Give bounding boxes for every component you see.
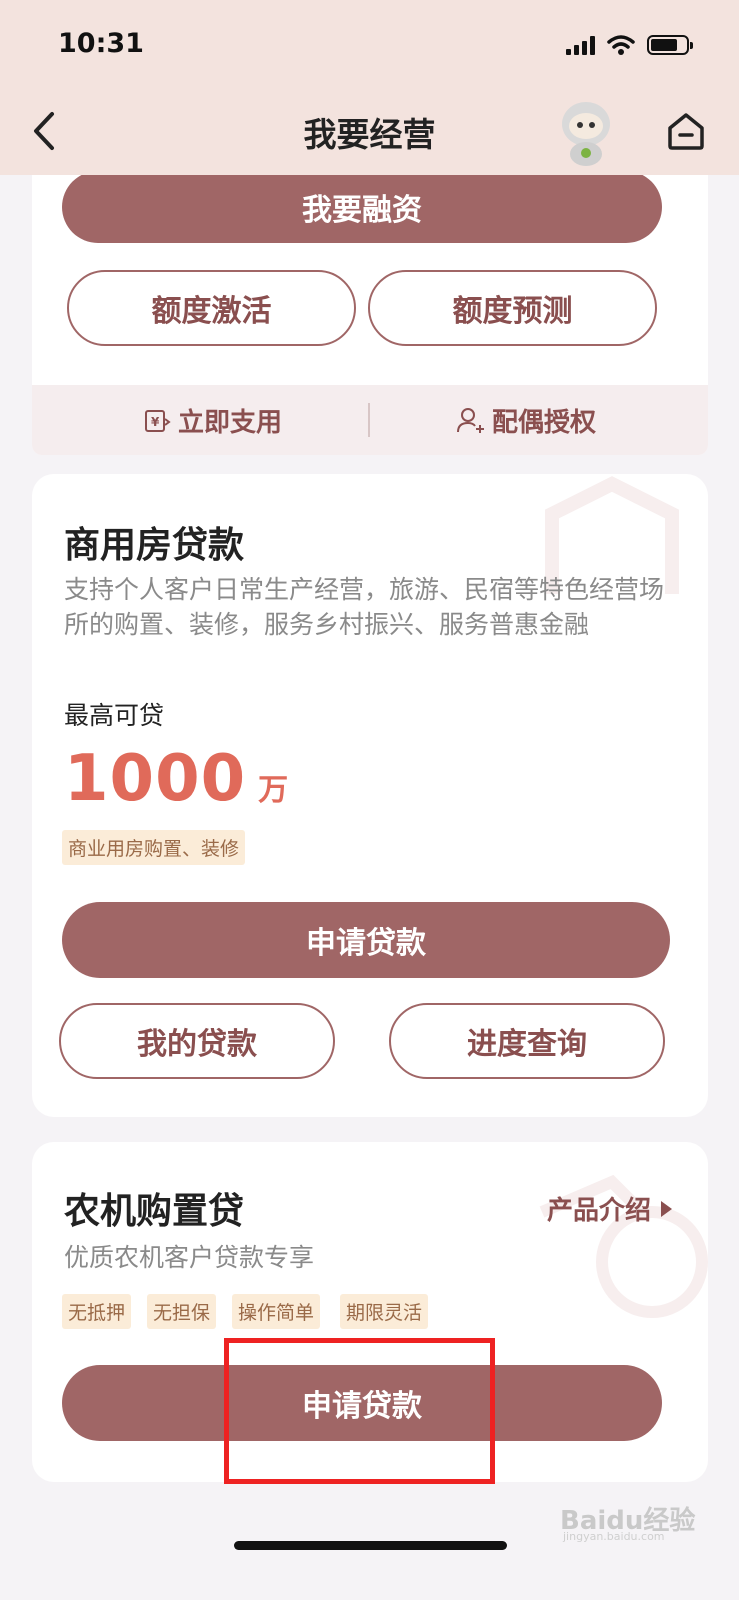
finance-card: 我要融资 额度激活 额度预测 ¥ 立即支用 配偶授权 — [32, 175, 708, 455]
commercial-loan-description: 支持个人客户日常生产经营，旅游、民宿等特色经营场所的购置、装修，服务乡村振兴、服… — [64, 575, 665, 639]
money-withdraw-icon: ¥ — [144, 410, 171, 432]
commercial-loan-title: 商用房贷款 — [64, 525, 245, 566]
farm-loan-description: 优质农机客户贷款专享 — [64, 1243, 315, 1272]
product-intro-link[interactable]: 产品介绍 — [547, 1190, 672, 1227]
feature-tag: 期限灵活 — [340, 1294, 429, 1329]
status-icons — [566, 34, 693, 56]
commercial-apply-button[interactable]: 申请贷款 — [62, 902, 670, 978]
max-loan-amount: 1000 万 — [64, 742, 288, 816]
quick-use-label: 立即支用 — [177, 407, 282, 438]
status-time: 10:31 — [58, 28, 144, 59]
quick-actions-row: ¥ 立即支用 配偶授权 — [32, 385, 708, 455]
commercial-loan-card: 商用房贷款 支持个人客户日常生产经营，旅游、民宿等特色经营场所的购置、装修，服务… — [32, 474, 708, 1117]
product-intro-label: 产品介绍 — [546, 1196, 651, 1226]
divider — [368, 403, 370, 437]
feature-tag: 操作简单 — [232, 1294, 321, 1329]
home-indicator[interactable] — [234, 1541, 507, 1550]
signal-icon — [566, 35, 595, 55]
feature-tag: 无抵押 — [62, 1294, 132, 1329]
amount-value: 1000 — [64, 742, 247, 816]
spouse-auth-label: 配偶授权 — [492, 407, 597, 438]
wifi-icon — [607, 35, 635, 55]
feature-tag: 无担保 — [147, 1294, 217, 1329]
svg-text:¥: ¥ — [151, 415, 160, 429]
predict-limit-button[interactable]: 额度预测 — [368, 270, 657, 346]
top-bar: 10:31 我要经营 — [0, 0, 739, 175]
feature-tag: 商业用房购置、装修 — [62, 830, 246, 865]
activate-limit-button[interactable]: 额度激活 — [67, 270, 356, 346]
quick-use-link[interactable]: ¥ 立即支用 — [144, 402, 282, 439]
battery-icon — [647, 35, 693, 55]
finance-button[interactable]: 我要融资 — [62, 175, 662, 243]
add-user-icon — [457, 408, 484, 433]
spouse-auth-link[interactable]: 配偶授权 — [456, 402, 596, 439]
my-loans-button[interactable]: 我的贷款 — [59, 1003, 335, 1079]
amount-unit: 万 — [258, 773, 289, 808]
highlight-annotation — [224, 1338, 495, 1484]
progress-query-button[interactable]: 进度查询 — [389, 1003, 665, 1079]
mascot-avatar-icon[interactable] — [553, 96, 619, 168]
home-icon[interactable] — [664, 108, 708, 154]
page-title: 我要经营 — [303, 115, 436, 154]
farm-loan-title: 农机购置贷 — [64, 1191, 245, 1232]
max-loan-label: 最高可贷 — [64, 701, 165, 730]
watermark-url: jingyan.baidu.com — [563, 1530, 665, 1543]
play-arrow-icon — [661, 1200, 672, 1217]
